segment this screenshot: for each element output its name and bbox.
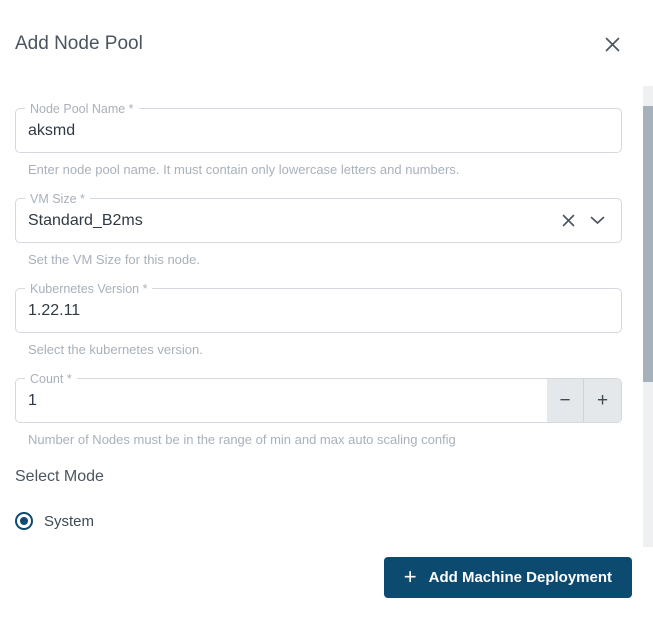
clear-icon <box>562 215 575 230</box>
scrollbar-thumb[interactable] <box>643 106 653 382</box>
vm-size-dropdown-button[interactable] <box>590 216 605 225</box>
count-decrement-button[interactable]: − <box>547 379 584 422</box>
add-node-pool-dialog: Add Node Pool Node Pool Name * Enter nod… <box>0 0 653 636</box>
select-mode-heading: Select Mode <box>15 468 622 486</box>
count-field-box: Count * − + <box>15 378 622 423</box>
dialog-title: Add Node Pool <box>15 33 143 55</box>
vm-size-input[interactable] <box>16 199 562 242</box>
field-count: Count * − + Number of Nodes must be in t… <box>15 378 622 447</box>
field-node-pool-name: Node Pool Name * Enter node pool name. I… <box>15 108 622 177</box>
add-button-label: Add Machine Deployment <box>429 569 612 586</box>
vm-size-clear-button[interactable] <box>562 214 575 227</box>
vm-size-label: VM Size * <box>25 191 90 207</box>
kubernetes-version-label: Kubernetes Version * <box>25 281 152 297</box>
field-kubernetes-version: Kubernetes Version * Select the kubernet… <box>15 288 622 357</box>
radio-button-icon[interactable] <box>15 512 33 530</box>
dialog-footer: + Add Machine Deployment <box>0 530 653 598</box>
field-vm-size: VM Size * <box>15 198 622 267</box>
vm-size-field-box: VM Size * <box>15 198 622 243</box>
count-label: Count * <box>25 371 77 387</box>
count-increment-button[interactable]: + <box>584 379 621 422</box>
count-input[interactable] <box>16 379 547 422</box>
vm-size-helper: Set the VM Size for this node. <box>28 252 622 267</box>
node-pool-name-label: Node Pool Name * <box>25 101 139 117</box>
close-button[interactable] <box>604 36 621 53</box>
count-stepper: − + <box>547 379 621 422</box>
plus-icon: + <box>404 566 417 588</box>
node-pool-name-helper: Enter node pool name. It must contain on… <box>28 162 622 177</box>
form-content: Node Pool Name * Enter node pool name. I… <box>15 108 622 530</box>
kubernetes-version-field-box: Kubernetes Version * <box>15 288 622 333</box>
radio-option-system[interactable]: System <box>15 512 94 530</box>
radio-selected-dot <box>20 517 28 525</box>
count-helper: Number of Nodes must be in the range of … <box>28 432 622 447</box>
vm-size-controls <box>562 199 621 242</box>
dialog-header: Add Node Pool <box>0 0 653 55</box>
add-machine-deployment-button[interactable]: + Add Machine Deployment <box>384 557 632 598</box>
close-icon <box>604 41 621 56</box>
kubernetes-version-helper: Select the kubernetes version. <box>28 342 622 357</box>
node-pool-name-field-box: Node Pool Name * <box>15 108 622 153</box>
scrollbar-track[interactable] <box>643 86 653 547</box>
chevron-down-icon <box>590 213 605 228</box>
radio-option-label: System <box>44 513 94 530</box>
